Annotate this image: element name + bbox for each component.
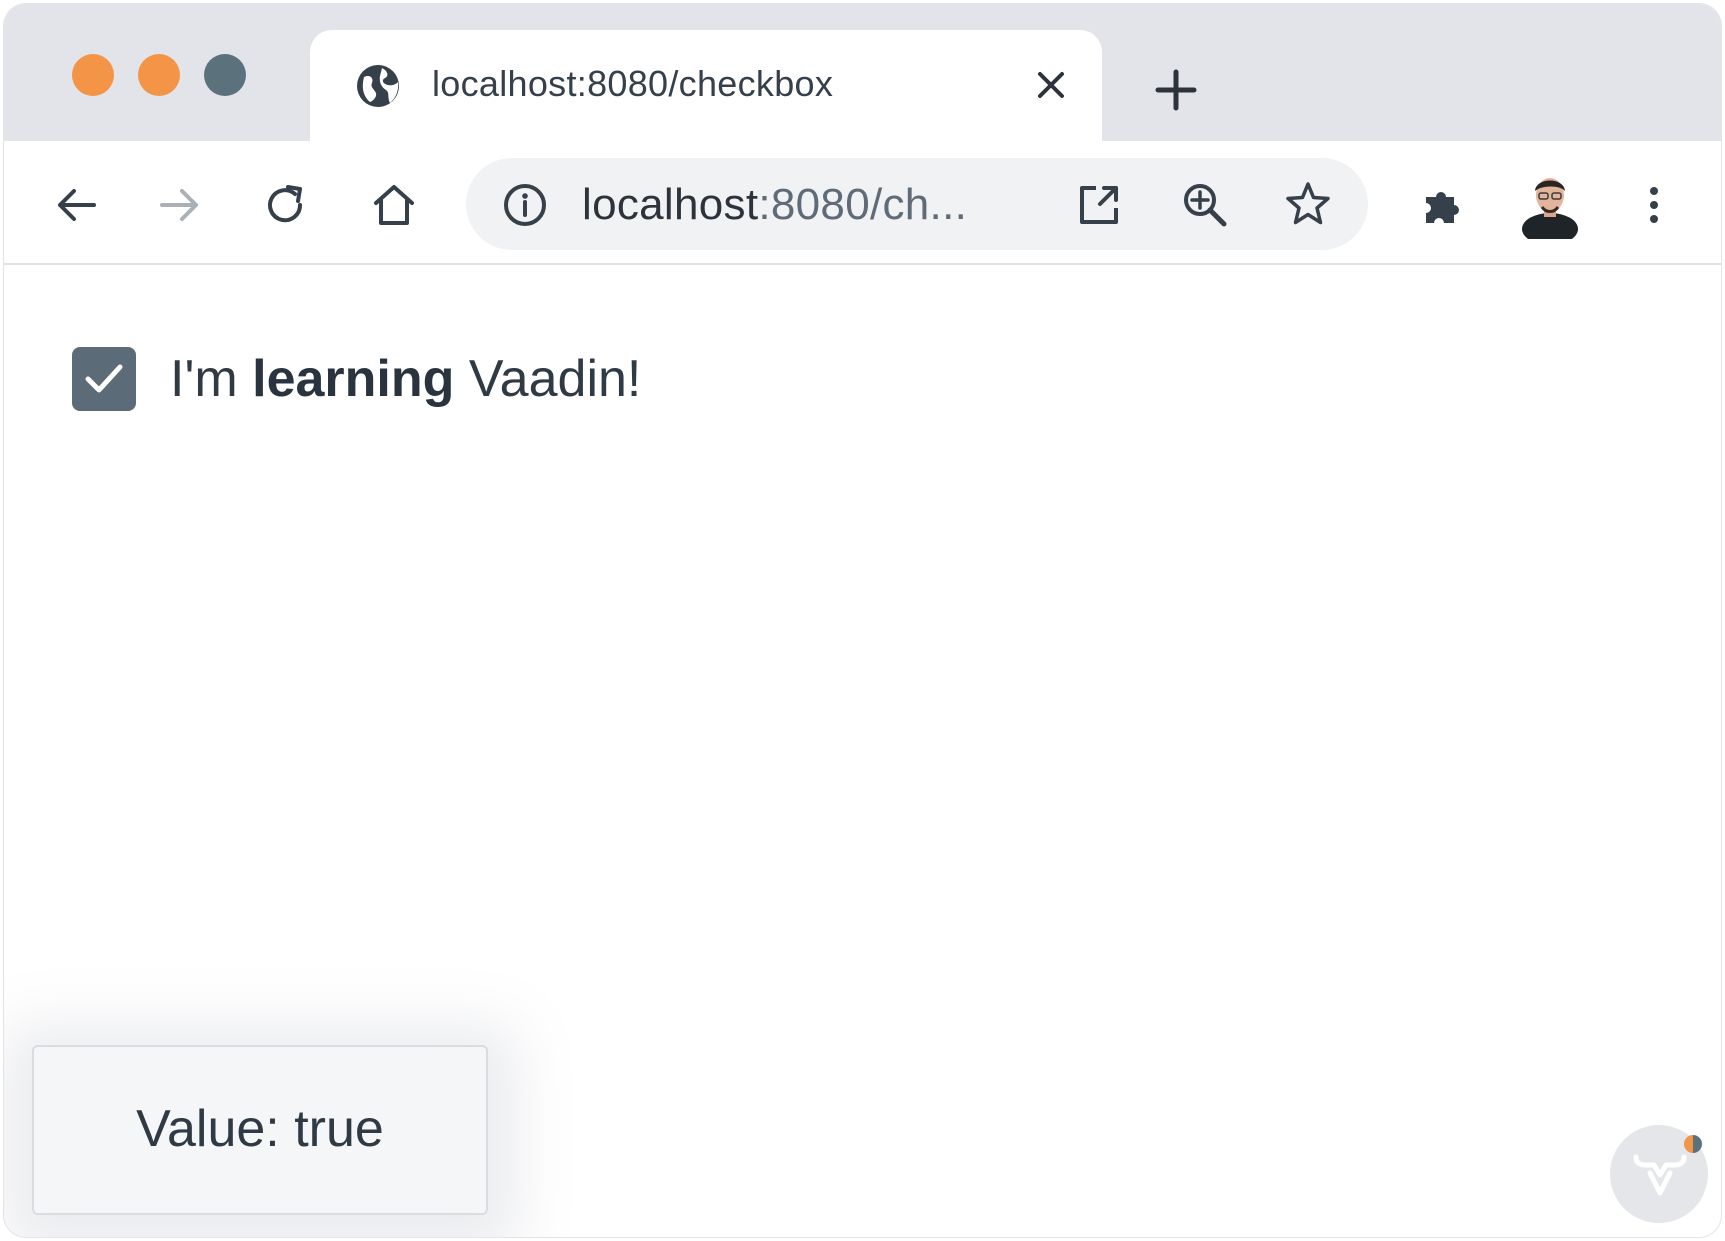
checkbox-label[interactable]: I'm learning Vaadin! <box>170 349 641 409</box>
more-menu-icon[interactable] <box>1630 181 1678 229</box>
zoom-icon[interactable] <box>1180 180 1228 228</box>
plus-icon[interactable] <box>1154 68 1198 112</box>
info-icon[interactable] <box>502 182 548 228</box>
open-external-icon[interactable] <box>1076 182 1122 228</box>
close-icon[interactable] <box>1034 68 1068 102</box>
avatar[interactable] <box>1514 167 1586 245</box>
forward-arrow-icon[interactable] <box>156 181 204 229</box>
tab-strip: localhost:8080/checkbox <box>4 4 1721 141</box>
bookmark-star-icon[interactable] <box>1284 180 1332 228</box>
extensions-icon[interactable] <box>1418 181 1466 229</box>
url-rest: :8080/ch... <box>758 180 968 229</box>
address-bar[interactable]: localhost:8080/ch... <box>466 158 1368 250</box>
profile-avatar-image <box>1522 178 1578 245</box>
close-window-button[interactable] <box>72 54 114 96</box>
checkbox-label-bold: learning <box>252 350 455 408</box>
home-icon[interactable] <box>370 181 418 229</box>
reload-icon[interactable] <box>262 181 310 229</box>
back-arrow-icon[interactable] <box>52 181 100 229</box>
checkbox-label-suffix: Vaadin! <box>454 350 642 408</box>
url-host: localhost <box>582 180 759 229</box>
globe-icon <box>357 65 399 107</box>
tab-active[interactable]: localhost:8080/checkbox <box>310 30 1102 141</box>
page-content: I'm learning Vaadin! Value: true <box>4 265 1721 1237</box>
maximize-window-button[interactable] <box>204 54 246 96</box>
browser-window: localhost:8080/checkbox localhost:8080/c… <box>4 4 1721 1237</box>
checkmark-icon <box>85 364 123 393</box>
value-notification: Value: true <box>32 1045 488 1215</box>
browser-toolbar: localhost:8080/ch... <box>4 141 1721 265</box>
vaadin-logo-icon <box>1633 1154 1687 1196</box>
url-text[interactable]: localhost:8080/ch... <box>582 180 967 230</box>
notification-text: Value: true <box>136 1100 384 1158</box>
vaadin-devtools-button[interactable] <box>1610 1125 1708 1223</box>
checkbox-label-prefix: I'm <box>170 350 253 408</box>
learning-checkbox[interactable] <box>72 347 136 411</box>
tab-title: localhost:8080/checkbox <box>432 63 834 104</box>
status-indicator-dot <box>1684 1135 1702 1153</box>
minimize-window-button[interactable] <box>138 54 180 96</box>
